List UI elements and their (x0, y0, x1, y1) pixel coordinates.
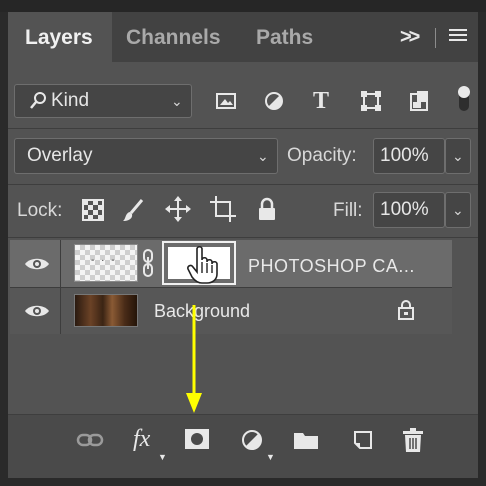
opacity-label: Opacity: (287, 145, 357, 166)
delete-layer-icon[interactable] (402, 427, 424, 453)
lock-artboard-icon[interactable] (210, 196, 236, 222)
eye-icon[interactable] (24, 256, 50, 272)
lock-all-icon[interactable] (257, 197, 277, 221)
opacity-field[interactable]: 100% (373, 138, 445, 174)
shape-filter-icon[interactable] (359, 89, 383, 113)
panel-top-strip (0, 0, 486, 12)
blend-mode-dropdown[interactable]: Overlay ⌄ (14, 138, 278, 174)
opacity-value: 100% (380, 145, 429, 166)
tab-separator (435, 28, 436, 48)
chevron-down-icon: ⌄ (171, 93, 183, 109)
lock-position-icon[interactable] (165, 196, 191, 222)
tab-layers[interactable]: Layers (25, 26, 93, 50)
fill-dropdown-button[interactable]: ⌄ (445, 192, 471, 228)
add-layer-mask-icon[interactable] (184, 428, 210, 450)
lock-image-pixels-icon[interactable] (122, 197, 146, 223)
thumbnail-text-marks: - · - (91, 255, 117, 266)
chevron-down-icon: ⌄ (257, 148, 269, 164)
annotation-arrow (186, 305, 202, 413)
adjustment-filter-icon[interactable] (263, 90, 285, 112)
filter-kind-label: Kind (51, 90, 90, 111)
chevron-down-icon: ⌄ (452, 148, 464, 164)
layer-thumbnail-transparent[interactable]: - · - (74, 244, 138, 282)
tab-paths[interactable]: Paths (256, 26, 313, 50)
filter-kind-dropdown[interactable]: Kind ⌄ (14, 84, 192, 118)
fill-value: 100% (380, 199, 429, 220)
search-icon (29, 91, 47, 111)
smart-object-filter-icon[interactable] (408, 89, 430, 113)
fill-field[interactable]: 100% (373, 192, 445, 228)
lock-label: Lock: (17, 200, 63, 221)
layer-row-divider (10, 287, 452, 288)
type-filter-icon[interactable]: T (313, 88, 329, 115)
new-group-icon[interactable] (293, 430, 319, 450)
eye-icon[interactable] (24, 303, 50, 319)
image-filter-icon[interactable] (215, 91, 237, 111)
blend-mode-value: Overlay (27, 145, 93, 166)
link-layers-icon[interactable] (76, 431, 104, 449)
hamburger-menu-icon[interactable] (448, 25, 468, 45)
opacity-dropdown-button[interactable]: ⌄ (445, 138, 471, 174)
filter-toggle-icon[interactable] (456, 84, 472, 114)
mask-link-chain-icon[interactable] (141, 248, 155, 278)
fill-label: Fill: (333, 200, 363, 221)
layer-thumbnail-photo[interactable] (74, 294, 138, 327)
chevron-down-icon: ⌄ (452, 202, 464, 218)
layer-name[interactable]: PHOTOSHOP CA... (248, 256, 415, 277)
hand-cursor-icon (186, 245, 220, 285)
adjustment-dropdown-indicator: ▼ (266, 452, 275, 462)
new-layer-icon[interactable] (350, 428, 374, 452)
visibility-column-divider (60, 240, 61, 334)
fx-dropdown-indicator: ▼ (158, 452, 167, 462)
panel-tab-bar: Layers Channels Paths >> (8, 12, 478, 62)
tab-channels[interactable]: Channels (126, 26, 221, 50)
adjustment-layer-icon[interactable] (240, 428, 264, 452)
section-divider (8, 184, 478, 185)
section-divider (8, 237, 478, 238)
layer-lock-icon (397, 299, 415, 321)
lock-transparent-pixels-icon[interactable] (82, 199, 104, 221)
fx-icon[interactable]: fx (133, 426, 150, 453)
section-divider (8, 128, 478, 129)
collapse-double-chevron-icon[interactable]: >> (400, 26, 420, 49)
